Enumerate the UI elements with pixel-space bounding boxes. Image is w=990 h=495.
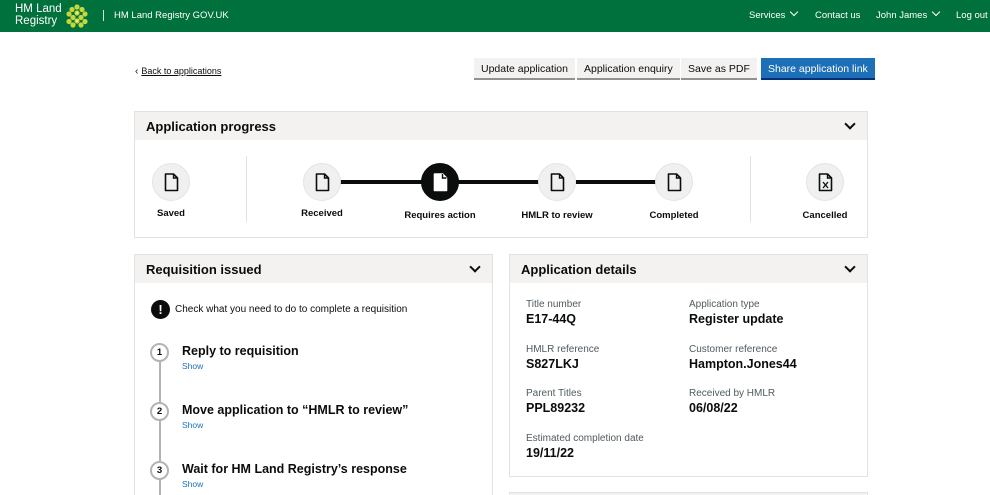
application-enquiry-button[interactable]: Application enquiry — [577, 58, 680, 80]
chevron-down-icon[interactable] — [844, 118, 856, 130]
stage-completed-circle — [655, 163, 693, 201]
details-title: Application details — [521, 262, 637, 277]
progress-connector — [576, 180, 666, 184]
document-icon — [550, 173, 565, 192]
hmlr-reference-value: S827LKJ — [526, 357, 579, 371]
stage-requires-action-circle — [421, 163, 459, 201]
step-number: 1 — [150, 343, 169, 362]
title-number-value: E17-44Q — [526, 312, 577, 326]
stage-cancelled-label: Cancelled — [802, 210, 848, 221]
document-icon — [433, 173, 448, 192]
step-show-link[interactable]: Show — [182, 420, 203, 430]
step-show-link[interactable]: Show — [182, 361, 203, 371]
logo-line-1: HM Land — [15, 3, 62, 15]
parent-titles-label: Parent Titles — [526, 388, 582, 399]
hmlr-crest-icon — [66, 4, 88, 28]
services-label: Services — [749, 10, 786, 21]
progress-connector — [340, 180, 428, 184]
logout-link[interactable]: Log out — [956, 10, 988, 21]
stage-saved-circle — [152, 163, 190, 201]
user-menu[interactable]: John James — [876, 7, 941, 21]
requisition-panel-header[interactable]: Requisition issued — [135, 255, 492, 283]
header-divider — [103, 10, 104, 21]
chevron-down-icon[interactable] — [844, 261, 856, 273]
save-pdf-button[interactable]: Save as PDF — [681, 58, 757, 80]
progress-connector — [458, 180, 548, 184]
step-title: Wait for HM Land Registry’s response — [182, 462, 407, 476]
stage-completed-label: Completed — [649, 210, 699, 221]
received-date-label: Received by HMLR — [689, 388, 776, 399]
step-title: Move application to “HMLR to review” — [182, 403, 409, 417]
share-link-button[interactable]: Share application link — [761, 58, 875, 80]
step-title: Reply to requisition — [182, 344, 299, 358]
services-menu[interactable]: Services — [749, 7, 799, 21]
document-icon — [315, 173, 330, 192]
document-icon — [667, 173, 682, 192]
application-type-value: Register update — [689, 312, 784, 326]
contact-link[interactable]: Contact us — [815, 10, 860, 21]
completion-date-value: 19/11/22 — [526, 446, 574, 460]
document-icon — [164, 173, 179, 192]
divider — [246, 156, 247, 222]
title-number-label: Title number — [526, 299, 582, 310]
cancelled-document-icon — [818, 173, 833, 192]
stage-hmlr-review-label: HMLR to review — [521, 210, 593, 221]
hmlr-reference-label: HMLR reference — [526, 344, 600, 355]
warning-icon: ! — [151, 300, 170, 319]
details-panel: Application details Title number E17-44Q… — [509, 254, 868, 477]
service-name-link[interactable]: HM Land Registry GOV.UK — [114, 10, 229, 21]
step-show-link[interactable]: Show — [182, 479, 203, 489]
stage-hmlr-review-circle — [538, 163, 576, 201]
divider — [750, 156, 751, 222]
stage-cancelled-circle — [806, 163, 844, 201]
application-type-label: Application type — [689, 299, 760, 310]
parent-titles-value: PPL89232 — [526, 401, 586, 415]
received-date-value: 06/08/22 — [689, 401, 738, 415]
user-name: John James — [876, 10, 928, 21]
stage-requires-action-label: Requires action — [404, 210, 476, 221]
step-number: 2 — [150, 402, 169, 421]
logo-line-2: Registry — [15, 15, 58, 27]
chevron-down-icon — [931, 7, 941, 17]
back-link[interactable]: ‹ Back to applications — [135, 66, 221, 77]
back-link-label: Back to applications — [141, 66, 222, 76]
hmlr-logo[interactable]: HM Land Registry — [15, 3, 63, 27]
customer-reference-label: Customer reference — [689, 344, 778, 355]
progress-title: Application progress — [146, 119, 277, 134]
stage-received-label: Received — [301, 208, 343, 219]
details-panel-header[interactable]: Application details — [510, 255, 867, 283]
site-header: HM Land Registry HM Land Registry GOV.UK… — [0, 0, 990, 32]
chevron-down-icon — [790, 7, 799, 17]
step-number: 3 — [150, 461, 169, 480]
stage-saved-label: Saved — [157, 208, 185, 219]
chevron-down-icon[interactable] — [469, 261, 481, 273]
requisition-info: Check what you need to do to complete a … — [175, 304, 408, 315]
requisition-title: Requisition issued — [146, 262, 262, 277]
stage-received-circle — [303, 163, 341, 201]
progress-panel-header[interactable]: Application progress — [135, 112, 867, 140]
customer-reference-value: Hampton.Jones44 — [689, 357, 797, 371]
requisition-panel: Requisition issued ! Check what you need… — [134, 254, 493, 495]
progress-panel: Application progress Saved Received Requ… — [134, 111, 868, 238]
update-application-button[interactable]: Update application — [474, 58, 575, 80]
chevron-left-icon: ‹ — [135, 66, 139, 77]
completion-date-label: Estimated completion date — [526, 433, 644, 444]
